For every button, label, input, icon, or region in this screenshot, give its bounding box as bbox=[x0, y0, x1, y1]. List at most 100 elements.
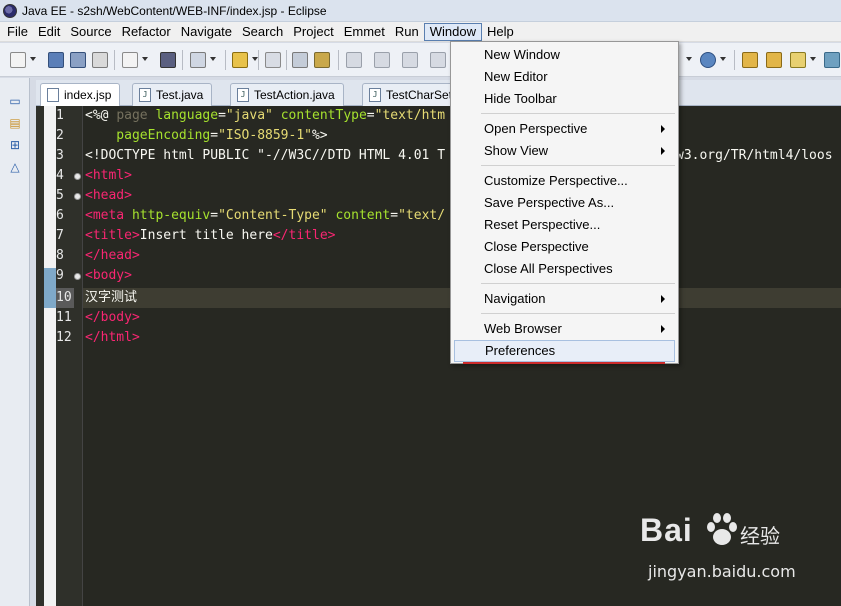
code-line-6: <meta http-equiv="Content-Type" content=… bbox=[85, 208, 446, 223]
new-server-dropdown-icon[interactable] bbox=[142, 57, 148, 61]
menu-emmet[interactable]: Emmet bbox=[339, 23, 390, 41]
annotation-ruler bbox=[44, 106, 56, 606]
submenu-arrow-icon bbox=[661, 147, 665, 155]
save-icon[interactable] bbox=[48, 52, 64, 68]
new-server-icon[interactable] bbox=[122, 52, 138, 68]
tab-testcharset[interactable]: J TestCharSet bbox=[362, 83, 462, 106]
last-edit-icon[interactable] bbox=[402, 52, 418, 68]
code-line-3: <!DOCTYPE html PUBLIC "-//W3C//DTD HTML … bbox=[85, 148, 446, 163]
code-line-3-tail: w3.org/TR/html4/loos bbox=[676, 148, 833, 163]
jsp-file-icon bbox=[47, 88, 59, 102]
menu-file[interactable]: File bbox=[2, 23, 33, 41]
menu-item-save-perspective-as[interactable]: Save Perspective As... bbox=[454, 192, 675, 214]
menu-bar: File Edit Source Refactor Navigate Searc… bbox=[0, 22, 841, 42]
fold-collapse-icon[interactable] bbox=[74, 173, 81, 180]
paw-icon bbox=[707, 513, 737, 545]
globe-dropdown-icon[interactable] bbox=[720, 57, 726, 61]
menu-item-customize-perspective[interactable]: Customize Perspective... bbox=[454, 170, 675, 192]
forward-icon[interactable] bbox=[374, 52, 390, 68]
title-bar: Java EE - s2sh/WebContent/WEB-INF/index.… bbox=[0, 0, 841, 22]
window-title: Java EE - s2sh/WebContent/WEB-INF/index.… bbox=[22, 3, 327, 18]
java-file-icon: J bbox=[369, 88, 381, 102]
tab-label: TestAction.java bbox=[254, 88, 335, 102]
code-line-12: </html> bbox=[85, 330, 140, 345]
menu-edit[interactable]: Edit bbox=[33, 23, 65, 41]
menu-item-close-all-perspectives[interactable]: Close All Perspectives bbox=[454, 258, 675, 280]
tab-index-jsp[interactable]: index.jsp bbox=[40, 83, 121, 106]
camera-icon[interactable] bbox=[160, 52, 176, 68]
tab-label: index.jsp bbox=[64, 88, 112, 102]
menu-navigate[interactable]: Navigate bbox=[176, 23, 237, 41]
mark-occurrences-icon[interactable] bbox=[314, 52, 330, 68]
menu-window[interactable]: Window bbox=[423, 22, 482, 41]
main-toolbar bbox=[0, 43, 841, 77]
menu-refactor[interactable]: Refactor bbox=[117, 23, 176, 41]
menu-item-show-view[interactable]: Show View bbox=[454, 140, 675, 162]
hierarchy-icon[interactable]: ⊞ bbox=[8, 138, 22, 152]
globe-icon[interactable] bbox=[700, 52, 716, 68]
pen-dropdown-icon[interactable] bbox=[810, 57, 816, 61]
open-type-icon[interactable] bbox=[190, 52, 206, 68]
java-file-icon: J bbox=[237, 88, 249, 102]
new-dropdown-icon[interactable] bbox=[30, 57, 36, 61]
code-line-1: <%@ page language="java" contentType="te… bbox=[85, 108, 446, 123]
menu-item-new-window[interactable]: New Window bbox=[454, 44, 675, 66]
java-file-icon: J bbox=[139, 88, 151, 102]
open-folder-icon[interactable] bbox=[742, 52, 758, 68]
next-annotation-icon[interactable] bbox=[430, 52, 446, 68]
menu-item-open-perspective[interactable]: Open Perspective bbox=[454, 118, 675, 140]
print-icon[interactable] bbox=[92, 52, 108, 68]
menu-item-new-editor[interactable]: New Editor bbox=[454, 66, 675, 88]
pen-icon[interactable] bbox=[790, 52, 806, 68]
menu-item-close-perspective[interactable]: Close Perspective bbox=[454, 236, 675, 258]
run-external-icon[interactable] bbox=[232, 52, 248, 68]
watermark-tail: 经验 bbox=[740, 524, 780, 548]
menu-run[interactable]: Run bbox=[390, 23, 424, 41]
watermark-logo: Bai bbox=[640, 512, 693, 548]
open-project-icon[interactable] bbox=[766, 52, 782, 68]
line-number: 6 bbox=[56, 208, 64, 223]
menu-project[interactable]: Project bbox=[288, 23, 338, 41]
submenu-arrow-icon bbox=[661, 125, 665, 133]
save-all-icon[interactable] bbox=[70, 52, 86, 68]
open-type-dropdown-icon[interactable] bbox=[210, 57, 216, 61]
back-icon[interactable] bbox=[346, 52, 362, 68]
new-file-icon[interactable] bbox=[10, 52, 26, 68]
menu-search[interactable]: Search bbox=[237, 23, 288, 41]
watermark-url: jingyan.baidu.com bbox=[648, 562, 796, 581]
restore-icon[interactable]: ▭ bbox=[8, 94, 22, 108]
ruler-change-marker bbox=[44, 268, 56, 308]
highlight-underline bbox=[463, 362, 665, 364]
editor-tab-bar: index.jsp J Test.java J TestAction.java … bbox=[36, 80, 841, 106]
outline-icon[interactable]: △ bbox=[8, 160, 22, 174]
code-line-5: <head> bbox=[85, 188, 132, 203]
line-number: 2 bbox=[56, 128, 64, 143]
menu-item-web-browser[interactable]: Web Browser bbox=[454, 318, 675, 340]
code-line-2: pageEncoding="ISO-8859-1"%> bbox=[85, 128, 328, 143]
menu-help[interactable]: Help bbox=[482, 23, 519, 41]
tab-test-java[interactable]: J Test.java bbox=[132, 83, 213, 106]
menu-item-navigation[interactable]: Navigation bbox=[454, 288, 675, 310]
menu-source[interactable]: Source bbox=[65, 23, 116, 41]
submenu-arrow-icon bbox=[661, 325, 665, 333]
project-explorer-icon[interactable]: ▤ bbox=[8, 116, 22, 130]
code-line-11: </body> bbox=[85, 310, 140, 325]
menu-item-hide-toolbar[interactable]: Hide Toolbar bbox=[454, 88, 675, 110]
fold-collapse-icon[interactable] bbox=[74, 193, 81, 200]
line-number: 8 bbox=[56, 248, 64, 263]
line-number: 7 bbox=[56, 228, 64, 243]
window-menu-dropdown: New Window New Editor Hide Toolbar Open … bbox=[450, 41, 679, 364]
toolbar-overflow-icon[interactable] bbox=[824, 52, 840, 68]
toggle-breadcrumb-icon[interactable] bbox=[265, 52, 281, 68]
baidu-jingyan-watermark: Bai 经验 jingyan.baidu.com bbox=[640, 512, 830, 586]
tab-label: TestCharSet bbox=[386, 88, 453, 102]
run-dropdown-icon[interactable] bbox=[686, 57, 692, 61]
line-number: 11 bbox=[56, 310, 72, 325]
menu-item-preferences[interactable]: Preferences bbox=[454, 340, 675, 362]
menu-item-reset-perspective[interactable]: Reset Perspective... bbox=[454, 214, 675, 236]
fold-collapse-icon[interactable] bbox=[74, 273, 81, 280]
search-icon[interactable] bbox=[292, 52, 308, 68]
submenu-arrow-icon bbox=[661, 295, 665, 303]
tab-testaction-java[interactable]: J TestAction.java bbox=[230, 83, 344, 106]
code-line-10: 汉字测试 bbox=[85, 290, 138, 305]
